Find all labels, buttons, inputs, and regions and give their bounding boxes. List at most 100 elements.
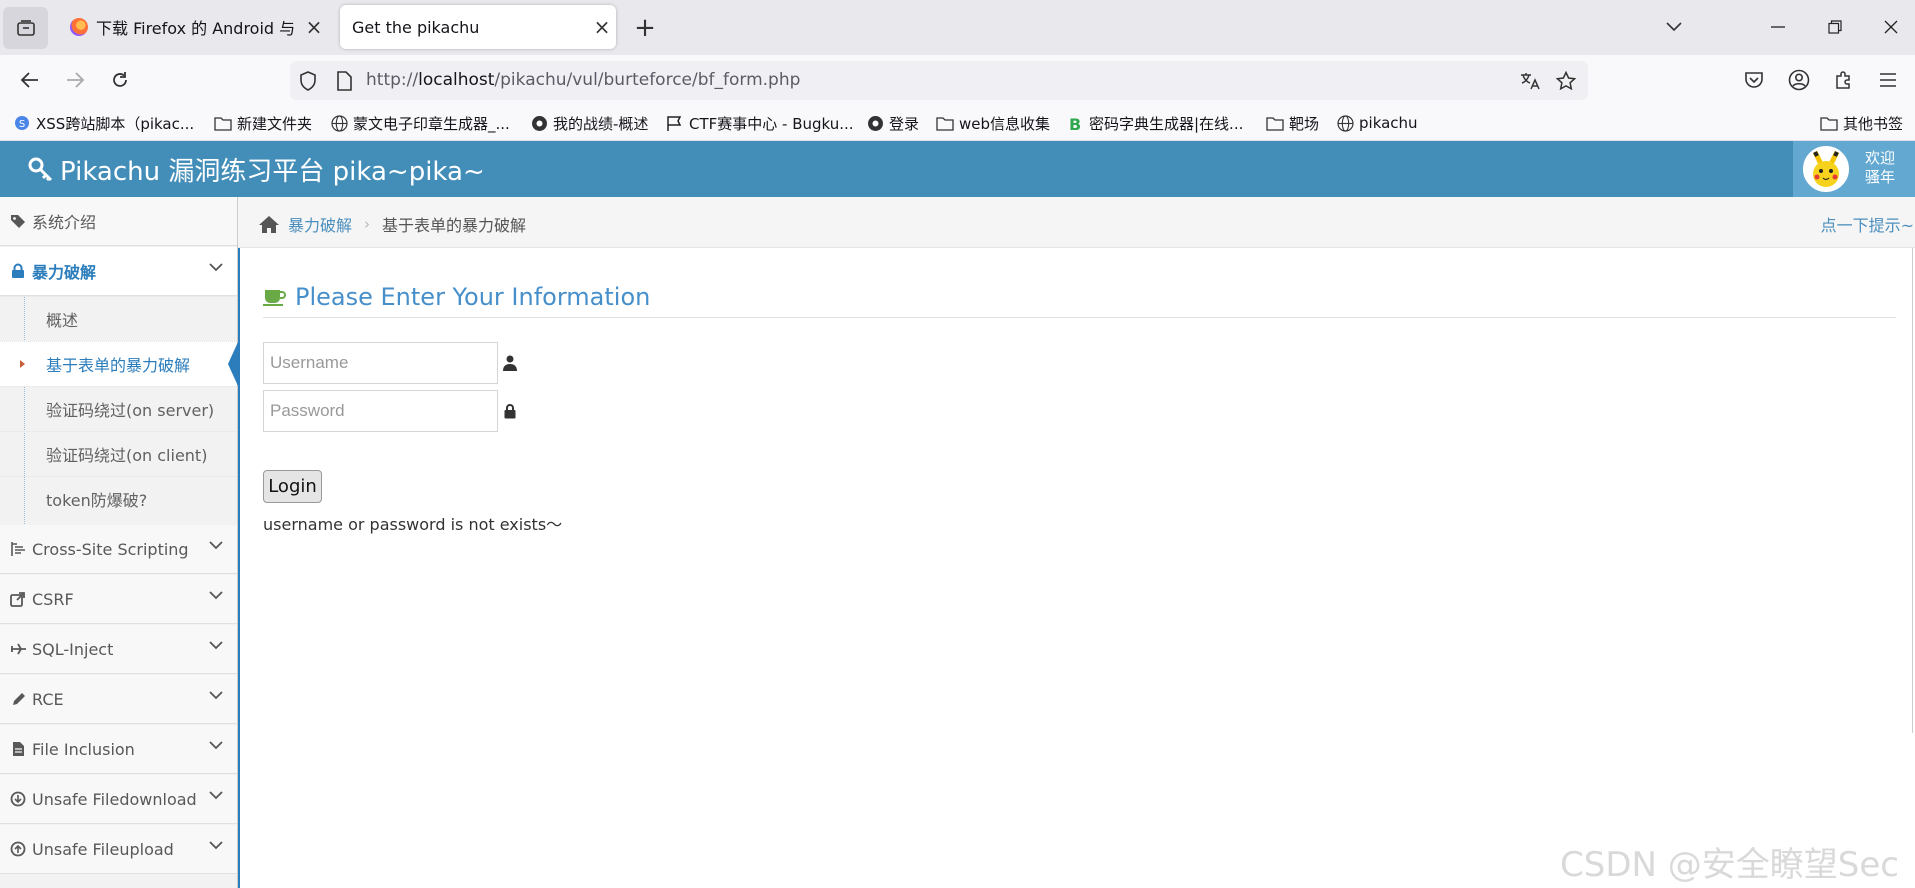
forward-button[interactable] [58, 63, 92, 97]
hint-link[interactable]: 点一下提示~ [1821, 212, 1914, 236]
sidebar-item-fileupload[interactable]: Unsafe Fileupload [0, 825, 237, 874]
sidebar-item-csrf[interactable]: CSRF [0, 575, 237, 624]
bookmark-item[interactable]: 我的战绩-概述 [530, 112, 648, 134]
username-input[interactable]: Username [263, 342, 498, 384]
firefox-icon [70, 18, 88, 36]
tab-title: 下载 Firefox 的 Android 与 iOS 版 [96, 19, 300, 38]
site-brand[interactable]: Pikachu 漏洞练习平台 pika~pika~ [28, 151, 485, 188]
sidebar-item-filedownload[interactable]: Unsafe Filedownload [0, 775, 237, 824]
minimize-button[interactable] [1760, 10, 1796, 44]
new-tab-button[interactable]: + [630, 10, 660, 46]
avatar [1803, 146, 1849, 192]
bookmark-star-icon[interactable] [1555, 70, 1577, 92]
reload-button[interactable] [103, 63, 137, 97]
submenu-item-captcha-server[interactable]: 验证码绕过(on server) [0, 386, 237, 431]
restore-button[interactable] [1817, 10, 1853, 44]
bookmark-label: 密码字典生成器|在线... [1089, 114, 1244, 133]
tab-overflow-chevron-icon[interactable] [1656, 10, 1692, 44]
sidebar-item-label: Unsafe Fileupload [32, 839, 174, 859]
content-right-border [1912, 248, 1913, 733]
tab-list-button[interactable] [3, 7, 48, 49]
address-bar[interactable]: http://localhost/pikachu/vul/burteforce/… [290, 61, 1588, 100]
bookmark-item[interactable]: web信息收集 [936, 112, 1050, 134]
submenu-item-label: 概述 [46, 311, 79, 330]
url-host: localhost [418, 70, 495, 90]
translate-icon[interactable] [1519, 70, 1541, 92]
sidebar-item-bruteforce[interactable]: 暴力破解 [0, 247, 237, 296]
bookmarks-toolbar: S XSS跨站脚本（pikac... 新建文件夹 蒙文电子印章生成器_... 我… [0, 105, 1915, 141]
sidebar-item-sqli[interactable]: SQL-Inject [0, 625, 237, 674]
login-form: Please Enter Your Information Username P… [263, 282, 1896, 534]
shield-icon[interactable] [297, 70, 319, 92]
bookmark-item[interactable]: pikachu [1336, 112, 1418, 134]
sidebar-item-label: RCE [32, 689, 64, 709]
svg-text:S: S [19, 119, 25, 130]
coffee-icon [263, 289, 286, 306]
sidebar-item-label: SQL-Inject [32, 639, 114, 659]
page-icon[interactable] [333, 70, 355, 92]
sidebar-item-label: File Inclusion [32, 739, 135, 759]
pencil-icon [8, 692, 28, 707]
account-button[interactable] [1782, 63, 1816, 97]
sidebar-item-file-inclusion[interactable]: File Inclusion [0, 725, 237, 774]
url-path: /pikachu/vul/burteforce/bf_form.php [494, 70, 801, 90]
sidebar-item-label: 系统介绍 [32, 213, 97, 232]
bookmark-item[interactable]: 新建文件夹 [214, 112, 312, 134]
breadcrumb-current: 基于表单的暴力破解 [382, 216, 527, 235]
content-left-border [238, 248, 240, 888]
bookmark-label: 靶场 [1289, 114, 1320, 133]
chevron-down-icon [209, 741, 223, 750]
bookmark-item[interactable]: S XSS跨站脚本（pikac... [13, 112, 194, 134]
bookmark-label: CTF赛事中心 - Bugku... [689, 114, 854, 133]
bookmark-item[interactable]: 蒙文电子印章生成器_... [330, 112, 510, 134]
sidebar-item-intro[interactable]: 系统介绍 [0, 197, 237, 246]
puzzle-icon [1836, 71, 1850, 89]
tab-firefox-download[interactable]: 下载 Firefox 的 Android 与 iOS 版 × [58, 5, 328, 49]
home-icon[interactable] [258, 215, 280, 234]
tab-close-icon[interactable]: × [300, 15, 328, 39]
close-window-button[interactable] [1873, 10, 1909, 44]
back-button[interactable] [13, 63, 47, 97]
site-icon [866, 114, 884, 132]
submenu-item-captcha-client[interactable]: 验证码绕过(on client) [0, 431, 237, 476]
lock-icon [8, 263, 28, 279]
tab-close-icon[interactable]: × [588, 15, 616, 39]
browser-nav-bar: http://localhost/pikachu/vul/burteforce/… [0, 55, 1915, 105]
sidebar: 系统介绍 暴力破解 概述 基于表单的暴力破解 验证码绕过(on server) … [0, 197, 238, 888]
chevron-down-icon [209, 841, 223, 850]
site-icon [530, 114, 548, 132]
site-icon: S [13, 114, 31, 132]
chevron-down-icon [209, 791, 223, 800]
globe-icon [330, 114, 348, 132]
bookmark-item[interactable]: CTF赛事中心 - Bugku... [666, 112, 854, 134]
bookmark-item[interactable]: B 密码字典生成器|在线... [1066, 112, 1243, 134]
pocket-button[interactable] [1737, 63, 1771, 97]
bookmark-item[interactable]: 靶场 [1266, 112, 1319, 134]
sidebar-item-label: CSRF [32, 589, 74, 609]
sidebar-item-label: Cross-Site Scripting [32, 539, 189, 559]
tab-get-the-pikachu[interactable]: Get the pikachu × [340, 5, 616, 49]
submenu-item-token[interactable]: token防爆破? [0, 476, 237, 521]
sidebar-item-xss[interactable]: Cross-Site Scripting [0, 525, 237, 574]
submenu-item-label: 基于表单的暴力破解 [46, 356, 191, 375]
menu-button[interactable] [1871, 63, 1905, 97]
b-icon: B [1066, 114, 1084, 132]
password-input[interactable]: Password [263, 390, 498, 432]
chevron-down-icon [209, 641, 223, 650]
sidebar-item-label: Unsafe Filedownload [32, 789, 197, 809]
user-menu[interactable]: 欢迎 骚年 [1793, 141, 1915, 197]
bookmark-item[interactable]: 登录 [866, 112, 919, 134]
other-bookmarks[interactable]: 其他书签 [1820, 112, 1903, 134]
sidebar-item-rce[interactable]: RCE [0, 675, 237, 724]
submenu-item-overview[interactable]: 概述 [0, 296, 237, 341]
submenu-item-form-bruteforce[interactable]: 基于表单的暴力破解 [0, 341, 238, 386]
lock-icon [501, 402, 519, 420]
site-header: Pikachu 漏洞练习平台 pika~pika~ 欢迎 骚年 [0, 141, 1915, 197]
extensions-button[interactable] [1827, 63, 1861, 97]
submenu-item-label: token防爆破? [46, 491, 148, 510]
bookmark-label: XSS跨站脚本（pikac... [36, 114, 195, 133]
form-heading-text: Please Enter Your Information [295, 282, 651, 311]
breadcrumb-link[interactable]: 暴力破解 [288, 212, 352, 236]
url-text[interactable]: http://localhost/pikachu/vul/burteforce/… [366, 70, 800, 90]
login-button[interactable]: Login [263, 470, 322, 503]
